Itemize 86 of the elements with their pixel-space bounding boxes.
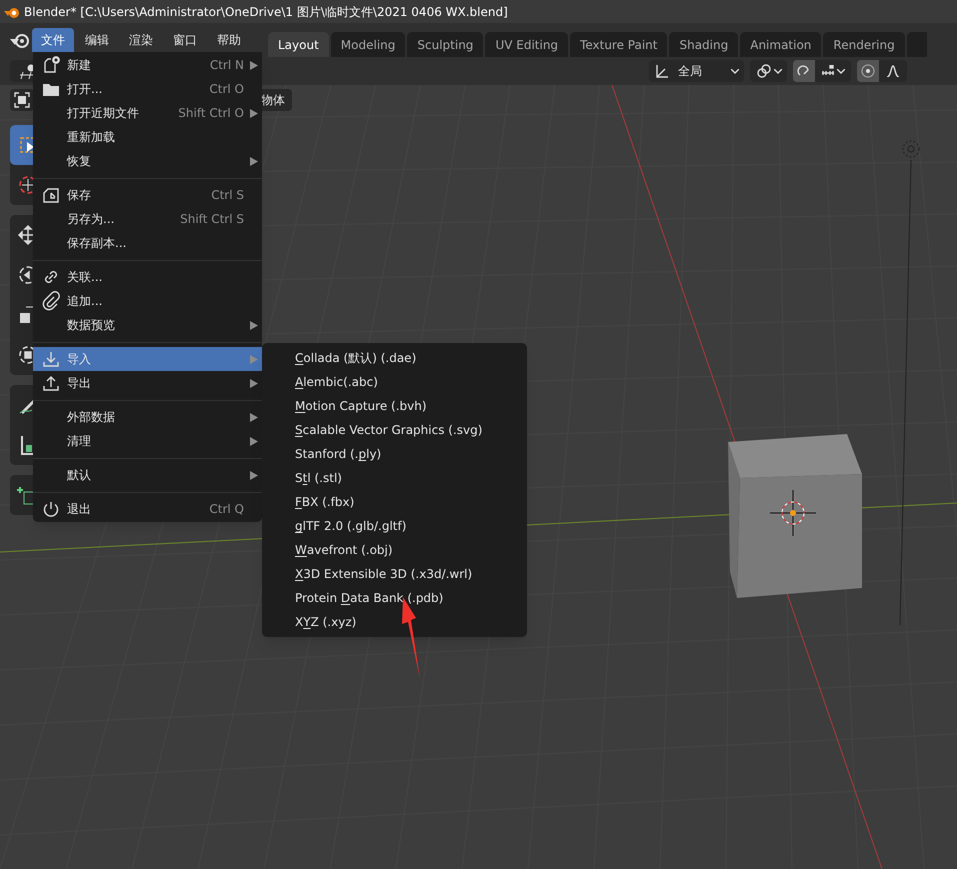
menu-item-label: 导入 [67,351,91,368]
falloff-curve-icon [887,65,899,77]
menu-item-label: 打开... [67,81,102,98]
workspace-tab[interactable]: Modeling [330,32,406,57]
snap-toggle[interactable] [793,60,815,82]
menu-item[interactable]: 帮助 [208,28,250,52]
menu-item-label: 保存副本... [67,235,126,252]
import-menu-item[interactable]: Alembic(.abc) [262,370,527,394]
menu-item[interactable]: 窗口 [164,28,206,52]
target-circle-icon [861,64,875,78]
file-menu-item[interactable]: 保存 Ctrl S [33,183,262,207]
snap-dropdown[interactable] [815,60,851,82]
file-menu-item[interactable]: 导出 [33,371,262,395]
increment-icon [821,65,835,77]
falloff-dropdown[interactable] [879,60,907,82]
chevron-down-icon [774,68,782,74]
file-menu-item[interactable]: 清理 [33,429,262,453]
import-menu-item[interactable]: XYZ (.xyz) [262,610,527,634]
menu-item-label: 追加... [67,293,102,310]
menu-item[interactable]: 渲染 [120,28,162,52]
menu-item-label: 外部数据 [67,409,115,426]
menu-item-label: 数据预览 [67,317,115,334]
chevron-down-icon [731,68,739,74]
menu-item[interactable]: 编辑 [76,28,118,52]
shortcut-text: Ctrl S [211,187,244,204]
workspace-tab[interactable]: Shading [669,32,738,57]
menu-item-label: 导出 [67,375,91,392]
shortcut-text: Ctrl O [209,81,244,98]
workspace-tab[interactable]: UV Editing [485,32,568,57]
shortcut-text: Ctrl Q [209,501,244,518]
import-menu-item[interactable]: Stl (.stl) [262,466,527,490]
shortcut-text: Ctrl N [210,57,244,74]
file-menu-item[interactable]: 退出 Ctrl Q [33,497,262,521]
pivot-dropdown[interactable] [750,60,787,82]
file-menu-item[interactable]: 追加... [33,289,262,313]
workspace-tab[interactable]: Texture Paint [570,32,668,57]
workspace-tab[interactable]: Animation [740,32,822,57]
file-menu-item[interactable]: 导入 [33,347,262,371]
import-menu-item[interactable]: X3D Extensible 3D (.x3d/.wrl) [262,562,527,586]
mode-button[interactable] [10,89,34,111]
workspace-tab[interactable]: Sculpting [407,32,484,57]
menu-item-label: 新建 [67,57,91,74]
orientation-dropdown[interactable]: 全局 [649,60,744,82]
workspace-tab[interactable]: Rendering [823,32,905,57]
menu-item-label: 清理 [67,433,91,450]
orientation-value: 全局 [678,63,702,80]
axes-icon [654,63,670,79]
import-menu-item[interactable]: Scalable Vector Graphics (.svg) [262,418,527,442]
import-menu-item[interactable]: FBX (.fbx) [262,490,527,514]
shortcut-text: Shift Ctrl O [178,105,244,122]
proportional-edit-toggle[interactable] [857,60,879,82]
import-menu-item[interactable]: Protein Data Bank (.pdb) [262,586,527,610]
menu-item-label: 打开近期文件 [67,105,139,122]
download-icon [41,349,61,369]
file-menu-item[interactable]: 关联... [33,265,262,289]
file-menu-item[interactable]: 恢复 [33,149,262,173]
menu-item-label: 退出 [67,501,91,518]
file-menu-item[interactable]: 数据预览 [33,313,262,337]
window-title: Blender* [C:\Users\Administrator\OneDrive\1 图片\临时文件\2021 0406 WX.blend] [24,4,508,20]
select-frame-icon [14,92,30,108]
menu-item-label: 另存为... [67,211,114,228]
file-menu-item[interactable]: 新建 Ctrl N [33,53,262,77]
import-menu-item[interactable]: Motion Capture (.bvh) [262,394,527,418]
import-menu-item[interactable]: Stanford (.ply) [262,442,527,466]
import-menu-item[interactable]: Collada (默认) (.dae) [262,346,527,370]
import-menu-item[interactable]: glTF 2.0 (.glb/.gltf) [262,514,527,538]
menu-item[interactable]: 文件 [32,28,74,52]
file-menu-item[interactable]: 默认 [33,463,262,487]
blender-logo-icon [10,32,30,48]
menu-item-label: 恢复 [67,153,91,170]
paperclip-icon [41,291,61,311]
origin-marker-icon [770,490,816,536]
pivot-icon [756,63,772,79]
chevron-down-icon [837,68,845,74]
shortcut-text: Shift Ctrl S [180,211,244,228]
file-menu-item[interactable]: 另存为... Shift Ctrl S [33,207,262,231]
menu-item-label: 保存 [67,187,91,204]
import-menu-item[interactable]: Wavefront (.obj) [262,538,527,562]
power-icon [41,499,61,519]
file-menu-item[interactable]: 保存副本... [33,231,262,255]
menu-item-label: 重新加载 [67,129,115,146]
menu-item-label: 默认 [67,467,91,484]
file-menu-item[interactable]: 外部数据 [33,405,262,429]
menu-item-label: 关联... [67,269,102,286]
workspace-tab[interactable]: Layout [268,32,329,57]
file-menu-item[interactable]: 重新加载 [33,125,262,149]
